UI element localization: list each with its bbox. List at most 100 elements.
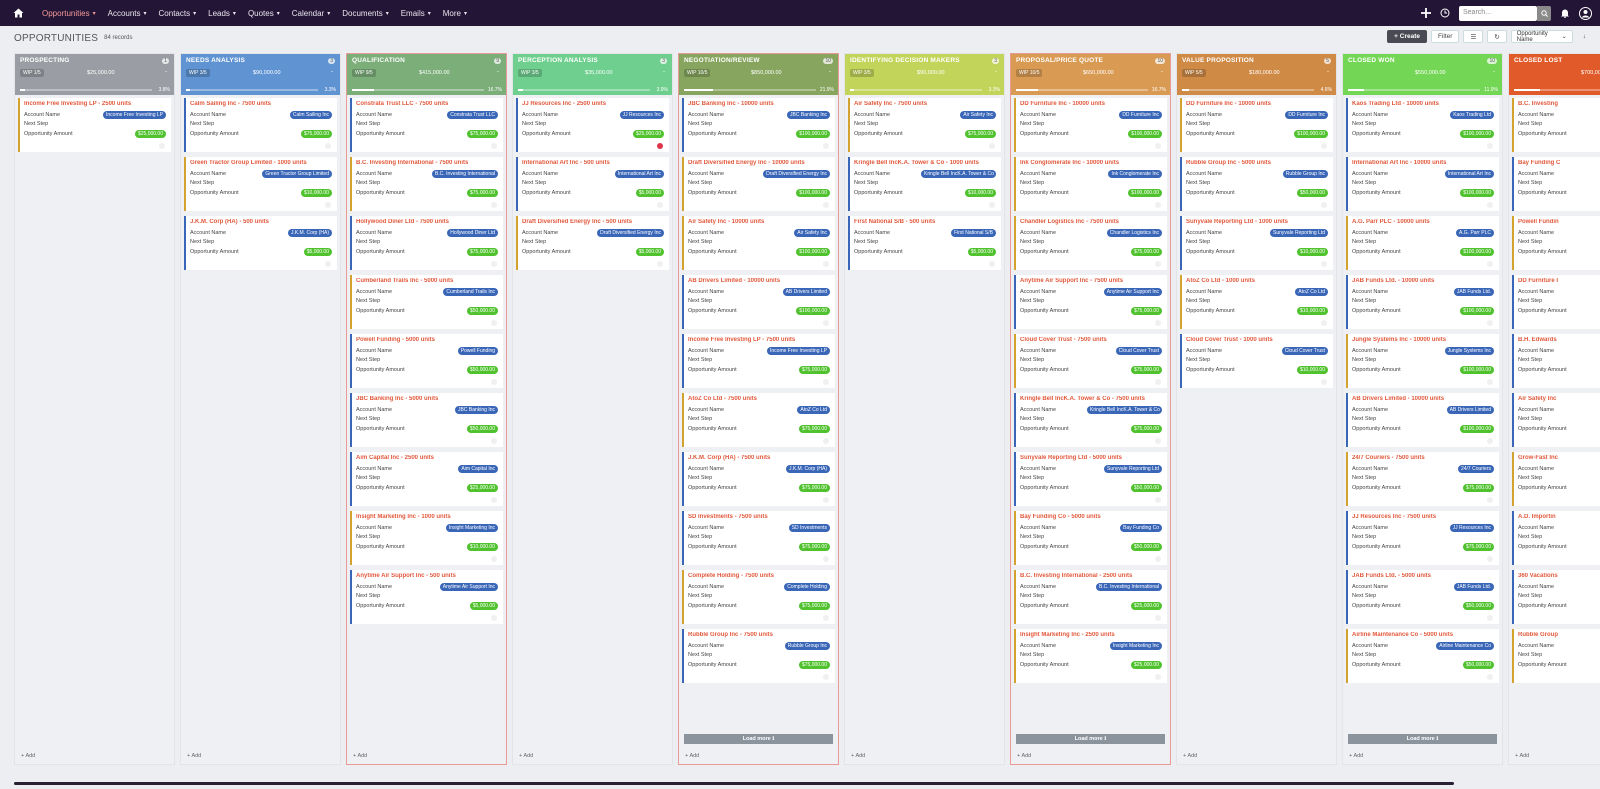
opportunity-title-link[interactable]: DD Furniture Inc - 10000 units [1020, 101, 1162, 107]
account-badge[interactable]: JBC Banking Inc [787, 110, 830, 119]
card-status-dot-icon[interactable] [491, 320, 497, 326]
add-card-link[interactable]: + Add [1017, 753, 1031, 759]
opportunity-title-link[interactable]: Calm Sailing Inc - 7500 units [190, 101, 332, 107]
add-card-link[interactable]: + Add [519, 753, 533, 759]
card-status-dot-icon[interactable] [1487, 615, 1493, 621]
account-badge[interactable]: A.G. Parr PLC [1456, 228, 1494, 237]
account-badge[interactable]: AB Drivers Limited [782, 287, 830, 296]
opportunity-title-link[interactable]: JAB Funds Ltd. - 5000 units [1352, 573, 1494, 579]
opportunity-title-link[interactable]: JBC Banking Inc - 5000 units [356, 396, 498, 402]
account-badge[interactable]: Green Tractor Group Limited [262, 169, 332, 178]
account-badge[interactable]: Bay Funding Co [1120, 523, 1162, 532]
account-badge[interactable]: Draft Diversified Energy Inc [763, 169, 830, 178]
account-badge[interactable]: First National S/B [951, 228, 996, 237]
account-badge[interactable]: International Art Inc [1444, 169, 1494, 178]
opportunity-title-link[interactable]: Kaos Trading Ltd - 10000 units [1352, 101, 1494, 107]
account-badge[interactable]: Chandler Logistics Inc [1106, 228, 1162, 237]
card-status-dot-icon[interactable] [325, 143, 331, 149]
nav-item-emails[interactable]: Emails ▾ [395, 0, 437, 26]
opportunity-card[interactable]: Insight Marketing Inc - 1000 units Accoun… [350, 511, 503, 565]
account-badge[interactable]: SD Investments [788, 523, 830, 532]
opportunity-card[interactable]: Calm Sailing Inc - 7500 units Account Nam… [184, 98, 337, 152]
nav-item-documents[interactable]: Documents ▾ [336, 0, 394, 26]
account-badge[interactable]: Insight Marketing Inc [1109, 641, 1162, 650]
opportunity-title-link[interactable]: Draft Diversified Energy Inc - 500 units [522, 219, 664, 225]
opportunity-card[interactable]: 24/7 Couriers - 7500 units Account Name 24… [1346, 452, 1499, 506]
account-badge[interactable]: Air Safety Inc [794, 228, 830, 237]
card-status-dot-icon[interactable] [823, 438, 829, 444]
user-avatar-icon[interactable] [1579, 6, 1592, 20]
opportunity-card[interactable]: Kringle Bell IncK.A. Tower & Co - 7500 u… [1014, 393, 1167, 447]
opportunity-title-link[interactable]: Powell Fundin [1518, 219, 1600, 225]
account-badge[interactable]: DD Furniture Inc [1285, 110, 1328, 119]
opportunity-title-link[interactable]: Anytime Air Support Inc - 7500 units [1020, 278, 1162, 284]
opportunity-card[interactable]: Anytime Air Support Inc - 500 units Accou… [350, 570, 503, 624]
card-status-dot-icon[interactable] [1321, 143, 1327, 149]
filter-button[interactable]: Filter [1431, 30, 1460, 43]
opportunity-card[interactable]: Powell Funding - 5000 units Account Name P… [350, 334, 503, 388]
opportunity-card[interactable]: AtoZ Co Ltd - 7500 units Account Name AtoZ… [682, 393, 835, 447]
opportunity-card[interactable]: AtoZ Co Ltd - 1000 units Account Name AtoZ… [1180, 275, 1333, 329]
opportunity-card[interactable]: Draft Diversified Energy Inc - 500 units… [516, 216, 669, 270]
opportunity-title-link[interactable]: AtoZ Co Ltd - 1000 units [1186, 278, 1328, 284]
opportunity-card[interactable]: Ink Conglomerate Inc - 10000 units Accoun… [1014, 157, 1167, 211]
card-status-dot-icon[interactable] [1155, 674, 1161, 680]
card-status-dot-icon[interactable] [491, 497, 497, 503]
opportunity-card[interactable]: AB Drivers Limited - 10000 units Account … [682, 275, 835, 329]
opportunity-title-link[interactable]: Kringle Bell IncK.A. Tower & Co - 7500 u… [1020, 396, 1162, 402]
opportunity-card[interactable]: Rubble Group Inc - 5000 units Account Nam… [1180, 157, 1333, 211]
opportunity-title-link[interactable]: A.G. Parr PLC - 10000 units [1352, 219, 1494, 225]
opportunity-card[interactable]: Anytime Air Support Inc - 7500 units Acco… [1014, 275, 1167, 329]
account-badge[interactable]: Cloud Cover Trust [1281, 346, 1328, 355]
add-card-link[interactable]: + Add [353, 753, 367, 759]
opportunity-card[interactable]: Jungle Systems Inc - 10000 units Account … [1346, 334, 1499, 388]
opportunity-card[interactable]: B.C. Investing International - 7500 unit… [350, 157, 503, 211]
account-badge[interactable]: Cloud Cover Trust [1115, 346, 1162, 355]
opportunity-title-link[interactable]: Rubble Group Inc - 5000 units [1186, 160, 1328, 166]
opportunity-title-link[interactable]: Hollywood Diner Ltd - 7500 units [356, 219, 498, 225]
account-badge[interactable]: Rubble Group Inc [784, 641, 830, 650]
account-badge[interactable]: JAB Funds Ltd. [1453, 287, 1494, 296]
opportunity-title-link[interactable]: Airline Maintenance Co - 5000 units [1352, 632, 1494, 638]
opportunity-title-link[interactable]: DD Furniture Inc - 10000 units [1186, 101, 1328, 107]
card-status-dot-icon[interactable] [1487, 556, 1493, 562]
account-badge[interactable]: Income Free Investing LP [767, 346, 830, 355]
opportunity-card[interactable]: DD Furniture Inc - 10000 units Account Na… [1180, 98, 1333, 152]
alert-icon[interactable] [657, 143, 663, 149]
opportunity-card[interactable]: JAB Funds Ltd. - 5000 units Account Name J… [1346, 570, 1499, 624]
card-status-dot-icon[interactable] [823, 379, 829, 385]
account-badge[interactable]: Insight Marketing Inc [445, 523, 498, 532]
opportunity-title-link[interactable]: Constrata Trust LLC - 7500 units [356, 101, 498, 107]
sort-direction-button[interactable]: ↓ [1577, 30, 1592, 43]
opportunity-title-link[interactable]: Jungle Systems Inc - 10000 units [1352, 337, 1494, 343]
nav-item-more[interactable]: More ▾ [437, 0, 473, 26]
create-button[interactable]: + Create [1387, 30, 1428, 43]
opportunity-title-link[interactable]: Aim Capital Inc - 2500 units [356, 455, 498, 461]
account-badge[interactable]: Air Safety Inc [960, 110, 996, 119]
opportunity-card[interactable]: JJ Resources Inc - 2500 units Account Nam… [516, 98, 669, 152]
add-card-link[interactable]: + Add [1349, 753, 1363, 759]
opportunity-title-link[interactable]: Rubble Group [1518, 632, 1600, 638]
card-status-dot-icon[interactable] [1487, 497, 1493, 503]
card-status-dot-icon[interactable] [1155, 261, 1161, 267]
view-mode-button[interactable]: ☰ [1463, 30, 1484, 43]
opportunity-title-link[interactable]: Bay Funding C [1518, 160, 1600, 166]
card-status-dot-icon[interactable] [1321, 261, 1327, 267]
add-card-link[interactable]: + Add [851, 753, 865, 759]
nav-item-calendar[interactable]: Calendar ▾ [286, 0, 336, 26]
opportunity-card[interactable]: Aim Capital Inc - 2500 units Account Name… [350, 452, 503, 506]
opportunity-title-link[interactable]: Powell Funding - 5000 units [356, 337, 498, 343]
opportunity-title-link[interactable]: Air Safety Inc - 10000 units [688, 219, 830, 225]
opportunity-title-link[interactable]: Cumberland Trails Inc - 5000 units [356, 278, 498, 284]
opportunity-card[interactable]: A.G. Parr PLC - 10000 units Account Name A… [1346, 216, 1499, 270]
card-status-dot-icon[interactable] [989, 202, 995, 208]
opportunity-card[interactable]: Green Tractor Group Limited - 1000 units… [184, 157, 337, 211]
opportunity-title-link[interactable]: JJ Resources Inc - 2500 units [522, 101, 664, 107]
opportunity-card[interactable]: B.C. Investing Account Name Next Step Oppor… [1512, 98, 1600, 152]
card-status-dot-icon[interactable] [823, 556, 829, 562]
opportunity-title-link[interactable]: B.C. Investing International - 7500 unit… [356, 160, 498, 166]
opportunity-title-link[interactable]: JAB Funds Ltd. - 10000 units [1352, 278, 1494, 284]
opportunity-title-link[interactable]: 360 Vacations [1518, 573, 1600, 579]
card-status-dot-icon[interactable] [1321, 320, 1327, 326]
card-status-dot-icon[interactable] [1155, 202, 1161, 208]
